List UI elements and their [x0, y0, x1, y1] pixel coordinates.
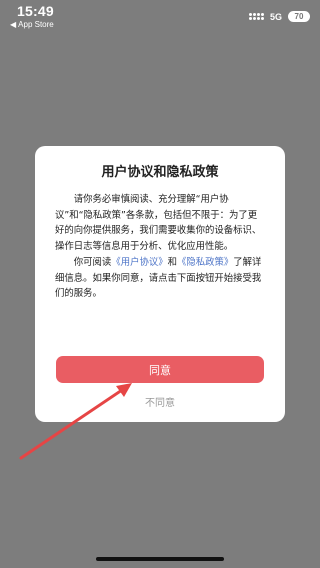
back-app-label: App Store: [18, 20, 54, 29]
paragraph-two-middle: 和: [167, 256, 177, 268]
status-time: 15:49: [17, 3, 54, 19]
signal-dots-icon: [248, 13, 264, 20]
status-bar: 15:49 ◀ App Store 5G 70: [0, 0, 320, 34]
back-to-app-store[interactable]: ◀ App Store: [10, 20, 54, 29]
decline-button[interactable]: 不同意: [35, 392, 285, 410]
privacy-policy-link[interactable]: 《隐私政策》: [177, 257, 233, 268]
consent-paragraph-two: 你可阅读《用户协议》和《隐私政策》了解详细信息。如果你同意，请点击下面按钮开始接…: [55, 255, 265, 302]
user-agreement-link[interactable]: 《用户协议》: [111, 257, 167, 268]
consent-paragraph-one: 请你务必审慎阅读、充分理解“用户协议”和“隐私政策”各条款，包括但不限于：为了更…: [55, 194, 262, 253]
network-indicator: 5G: [269, 11, 282, 22]
back-arrow-icon: ◀: [10, 20, 17, 29]
dialog-body: 请你务必审慎阅读、充分理解“用户协议”和“隐私政策”各条款，包括但不限于：为了更…: [55, 192, 265, 302]
battery-icon: 70: [288, 11, 310, 22]
paragraph-two-prefix: 你可阅读: [73, 256, 112, 268]
privacy-dialog: 用户协议和隐私政策 请你务必审慎阅读、充分理解“用户协议”和“隐私政策”各条款，…: [35, 146, 285, 422]
dialog-title: 用户协议和隐私政策: [101, 165, 219, 180]
agree-button[interactable]: 同意: [56, 356, 264, 383]
status-right: 5G 70: [248, 11, 310, 22]
home-indicator: [96, 557, 224, 561]
